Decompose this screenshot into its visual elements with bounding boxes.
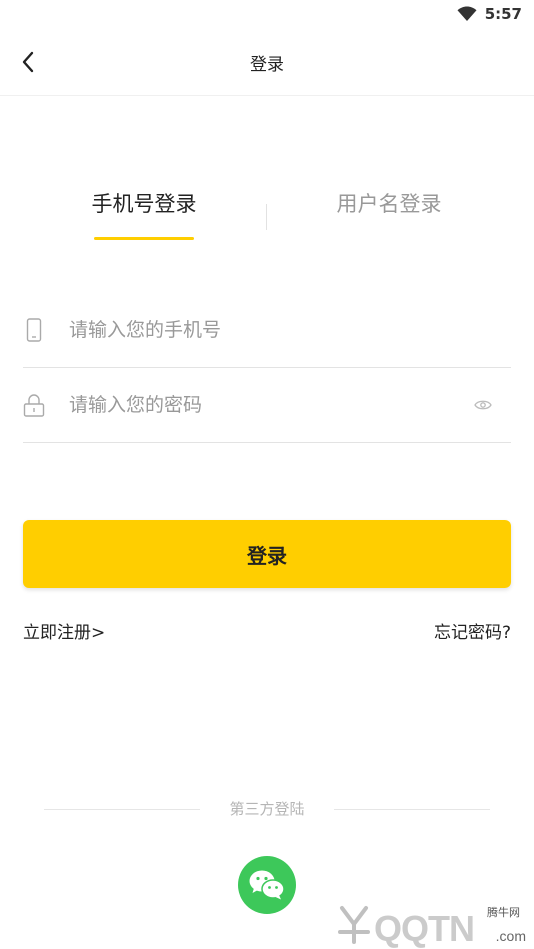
phone-icon — [23, 317, 45, 343]
phone-field — [23, 292, 511, 368]
login-tabs: 手机号登录 用户名登录 — [0, 188, 534, 248]
watermark-logo-icon — [338, 906, 370, 944]
lock-icon — [23, 392, 45, 418]
wifi-icon — [457, 6, 477, 21]
active-tab-indicator — [94, 237, 194, 240]
watermark-suffix: .com — [495, 928, 526, 944]
watermark-brand-cn: 腾牛网 — [487, 906, 520, 919]
tab-divider — [266, 204, 267, 230]
wechat-login-button[interactable] — [238, 856, 296, 914]
login-button[interactable]: 登录 — [23, 520, 511, 588]
forgot-password-link[interactable]: 忘记密码? — [434, 618, 511, 643]
phone-input[interactable] — [69, 318, 511, 341]
password-field — [23, 367, 511, 443]
tab-username-login[interactable]: 用户名登录 — [309, 188, 469, 218]
page-title: 登录 — [250, 55, 284, 75]
register-link[interactable]: 立即注册> — [23, 618, 105, 643]
watermark: QQTN 腾牛网 .com — [330, 896, 534, 949]
header: 登录 — [0, 28, 534, 96]
divider-line-right — [334, 809, 490, 810]
third-party-divider: 第三方登陆 — [0, 796, 534, 824]
status-time: 5:57 — [484, 5, 522, 23]
watermark-brand: QQTN — [374, 908, 475, 949]
status-bar: 5:57 — [0, 0, 534, 28]
wechat-icon — [249, 870, 285, 900]
eye-icon[interactable] — [471, 395, 495, 415]
login-screen: 5:57 登录 手机号登录 用户名登录 请输入您的手机号 登录 立即注册> 忘记… — [0, 0, 534, 949]
tab-phone-login[interactable]: 手机号登录 — [64, 188, 224, 218]
password-input[interactable] — [69, 393, 471, 416]
